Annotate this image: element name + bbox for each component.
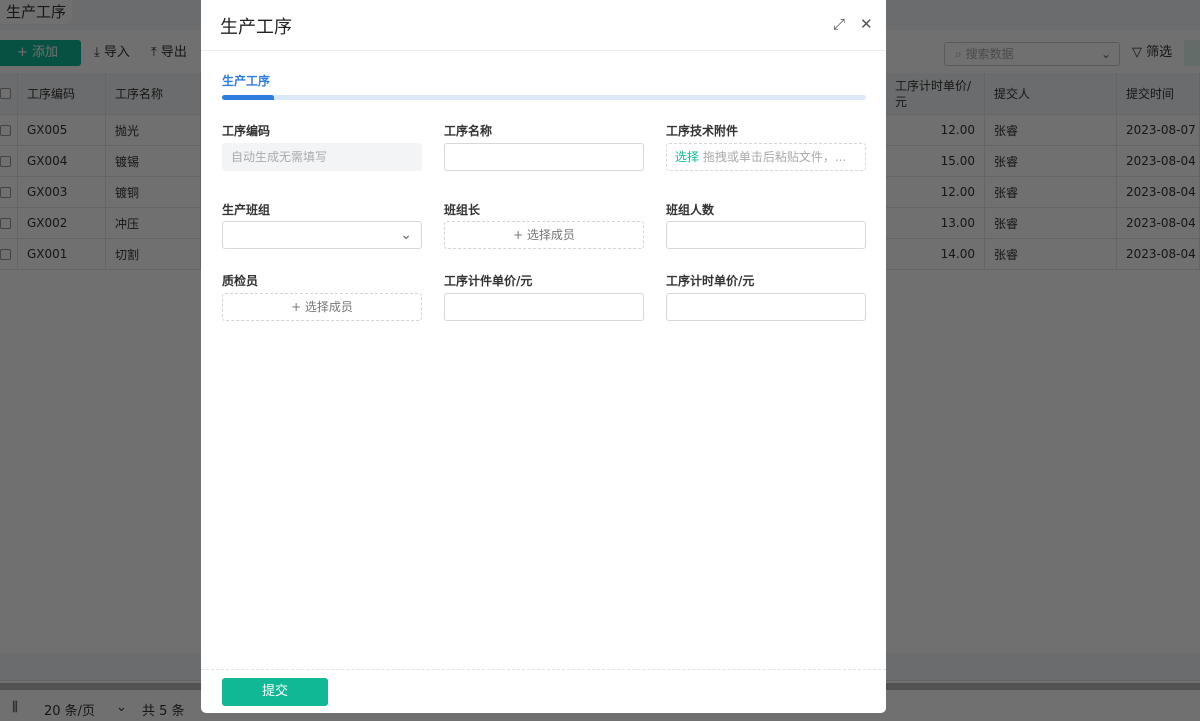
cell-code: GX003 bbox=[18, 177, 106, 207]
total-count: 共 5 条 bbox=[142, 704, 185, 719]
name-field[interactable] bbox=[444, 143, 644, 171]
columns-icon[interactable]: ⫼ bbox=[12, 700, 18, 715]
code-field: 自动生成无需填写 bbox=[222, 143, 422, 171]
cell-name: 镀铜 bbox=[106, 177, 201, 207]
row-checkbox[interactable] bbox=[0, 146, 18, 176]
import-button[interactable]: ⤓ 导入 bbox=[94, 40, 130, 66]
dialog-header: 生产工序 ⤢ ✕ bbox=[201, 0, 886, 51]
code-label: 工序编码 bbox=[222, 124, 271, 138]
upload-icon: ⤒ bbox=[151, 45, 157, 60]
cell-time: 2023-08-04 10 bbox=[1117, 177, 1200, 207]
cell-code: GX002 bbox=[18, 208, 106, 238]
close-icon[interactable]: ✕ bbox=[860, 15, 873, 33]
submit-button[interactable]: 提交 bbox=[222, 678, 328, 706]
cell-code: GX005 bbox=[18, 115, 106, 145]
header-time[interactable]: 提交时间 bbox=[1117, 73, 1200, 114]
tab-process[interactable]: 生产工序 bbox=[222, 72, 270, 89]
hour-price-label: 工序计时单价/元 bbox=[666, 274, 755, 288]
attachment-label: 工序技术附件 bbox=[666, 124, 739, 138]
chevron-down-icon[interactable]: ⌄ bbox=[116, 700, 127, 715]
import-label: 导入 bbox=[103, 45, 130, 60]
hour-price-field[interactable] bbox=[666, 293, 866, 321]
cell-time: 2023-08-04 10 bbox=[1117, 239, 1200, 269]
export-button[interactable]: ⤒ 导出 bbox=[151, 40, 187, 66]
cell-code: GX004 bbox=[18, 146, 106, 176]
header-name[interactable]: 工序名称 bbox=[106, 73, 201, 114]
cell-time: 2023-08-07 11 bbox=[1117, 115, 1200, 145]
attachment-dropzone[interactable]: 选择 拖拽或单击后粘贴文件，... bbox=[666, 143, 866, 171]
cell-hourly: 15.00 bbox=[886, 146, 985, 176]
attachment-select-link[interactable]: 选择 bbox=[675, 150, 699, 164]
search-placeholder: 搜索数据 bbox=[965, 47, 1014, 61]
header-code[interactable]: 工序编码 bbox=[18, 73, 106, 114]
cell-submitter: 张睿 bbox=[985, 239, 1117, 269]
cell-time: 2023-08-04 10 bbox=[1117, 208, 1200, 238]
search-input[interactable]: ⌕ 搜索数据 ⌄ bbox=[944, 42, 1120, 66]
header-submitter[interactable]: 提交人 bbox=[985, 73, 1117, 114]
filter-icon: ▽ bbox=[1132, 45, 1142, 60]
expand-icon[interactable]: ⤢ bbox=[833, 15, 845, 33]
piece-price-field[interactable] bbox=[444, 293, 644, 321]
download-icon: ⤓ bbox=[94, 45, 100, 60]
process-dialog: 生产工序 ⤢ ✕ 生产工序 工序编码 自动生成无需填写 工序名称 工序技术附件 … bbox=[201, 0, 886, 713]
chevron-down-icon: ⌄ bbox=[400, 227, 412, 243]
cell-name: 切割 bbox=[106, 239, 201, 269]
cell-submitter: 张睿 bbox=[985, 146, 1117, 176]
cell-time: 2023-08-04 10 bbox=[1117, 146, 1200, 176]
export-label: 导出 bbox=[160, 45, 187, 60]
cell-hourly: 14.00 bbox=[886, 239, 985, 269]
header-hourly[interactable]: 工序计时单价/元 bbox=[886, 73, 985, 114]
qc-label: 质检员 bbox=[222, 274, 259, 288]
cell-code: GX001 bbox=[18, 239, 106, 269]
attachment-hint: 拖拽或单击后粘贴文件，... bbox=[702, 150, 847, 164]
cell-submitter: 张睿 bbox=[985, 115, 1117, 145]
dialog-footer-divider bbox=[201, 669, 886, 670]
select-all-checkbox[interactable] bbox=[0, 73, 18, 114]
cell-hourly: 12.00 bbox=[886, 115, 985, 145]
cell-submitter: 张睿 bbox=[985, 208, 1117, 238]
leader-label: 班组长 bbox=[444, 203, 481, 217]
team-select[interactable]: ⌄ bbox=[222, 221, 422, 249]
row-checkbox[interactable] bbox=[0, 115, 18, 145]
filter-button[interactable]: ▽ 筛选 bbox=[1132, 40, 1172, 66]
cell-name: 抛光 bbox=[106, 115, 201, 145]
piece-price-label: 工序计件单价/元 bbox=[444, 274, 533, 288]
action-button[interactable] bbox=[1184, 40, 1200, 66]
count-label: 班组人数 bbox=[666, 203, 715, 217]
cell-name: 冲压 bbox=[106, 208, 201, 238]
add-button[interactable]: + 添加 bbox=[0, 40, 81, 66]
cell-hourly: 12.00 bbox=[886, 177, 985, 207]
cell-submitter: 张睿 bbox=[985, 177, 1117, 207]
name-label: 工序名称 bbox=[444, 124, 493, 138]
row-checkbox[interactable] bbox=[0, 208, 18, 238]
search-icon: ⌕ bbox=[955, 47, 962, 61]
page-size-select[interactable]: 20 条/页 bbox=[44, 700, 95, 719]
qc-select-button[interactable]: + 选择成员 bbox=[222, 293, 422, 321]
cell-hourly: 13.00 bbox=[886, 208, 985, 238]
tab-progress-fill bbox=[222, 95, 274, 100]
chevron-down-icon: ⌄ bbox=[1100, 47, 1111, 61]
row-checkbox[interactable] bbox=[0, 239, 18, 269]
cell-name: 镀锡 bbox=[106, 146, 201, 176]
count-field[interactable] bbox=[666, 221, 866, 249]
tab-progress-track bbox=[222, 95, 866, 100]
filter-label: 筛选 bbox=[1146, 45, 1173, 60]
row-checkbox[interactable] bbox=[0, 177, 18, 207]
app-title[interactable]: 生产工序 bbox=[0, 0, 73, 24]
dialog-title: 生产工序 bbox=[220, 17, 292, 38]
team-label: 生产班组 bbox=[222, 203, 271, 217]
leader-select-button[interactable]: + 选择成员 bbox=[444, 221, 644, 249]
